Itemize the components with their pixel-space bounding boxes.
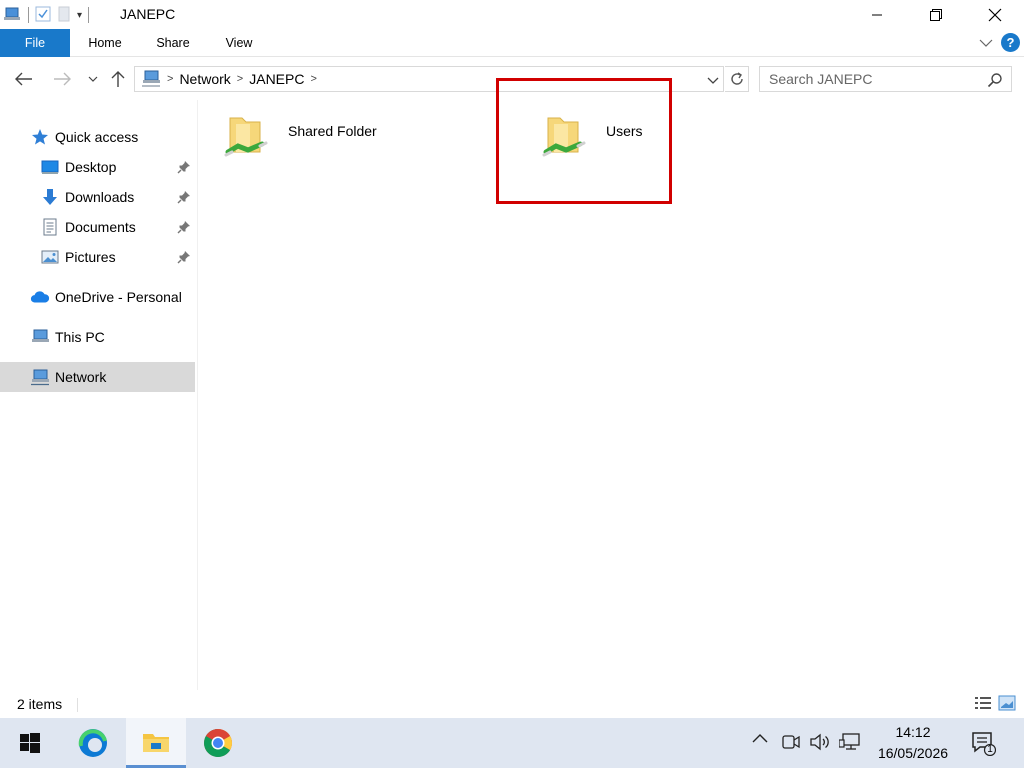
tab-home[interactable]: Home: [74, 29, 136, 57]
navigation-pane: Quick access Desktop Downloads Documents: [0, 120, 196, 690]
tab-view[interactable]: View: [208, 29, 270, 57]
list-item-shared-folder[interactable]: Shared Folder: [198, 100, 398, 170]
quick-access-toolbar: ▾: [4, 6, 90, 25]
breadcrumb-network[interactable]: Network: [179, 71, 230, 87]
sidebar-item-this-pc[interactable]: This PC: [0, 322, 195, 352]
sidebar-item-quick-access[interactable]: Quick access: [0, 122, 195, 152]
taskbar: 14:12 16/05/2026 1: [0, 718, 1024, 768]
clock-date: 16/05/2026: [877, 745, 949, 761]
desktop-icon: [40, 157, 60, 177]
sidebar-item-desktop[interactable]: Desktop: [0, 152, 195, 182]
address-history-chevron-icon[interactable]: [707, 73, 719, 89]
restore-button[interactable]: [906, 0, 965, 30]
sidebar-item-label: OneDrive - Personal: [55, 289, 182, 305]
sidebar-item-label: This PC: [55, 329, 105, 345]
sidebar-item-documents[interactable]: Documents: [0, 212, 195, 242]
close-button[interactable]: [965, 0, 1024, 30]
start-button[interactable]: [0, 718, 60, 768]
refresh-button[interactable]: [725, 66, 749, 92]
large-icons-view-icon[interactable]: [998, 695, 1016, 714]
sidebar-item-label: Desktop: [65, 159, 117, 175]
sidebar-item-downloads[interactable]: Downloads: [0, 182, 195, 212]
clock-time: 14:12: [895, 724, 931, 740]
computer-icon: [4, 6, 22, 25]
toolbar-separator: [28, 7, 29, 23]
sidebar-item-label: Quick access: [55, 129, 139, 145]
shared-folder-icon: [222, 112, 270, 162]
title-bar: ▾ JANEPC: [0, 0, 1024, 30]
pin-icon[interactable]: [177, 250, 191, 267]
expand-ribbon-chevron-icon[interactable]: [979, 35, 993, 51]
back-button[interactable]: [13, 68, 35, 90]
properties-icon[interactable]: [35, 6, 51, 25]
customize-toolbar-chevron-icon[interactable]: ▾: [77, 10, 82, 21]
sidebar-item-onedrive[interactable]: OneDrive - Personal: [0, 282, 195, 312]
up-button[interactable]: [107, 68, 129, 90]
pin-icon[interactable]: [177, 160, 191, 177]
show-hidden-icons-chevron-icon[interactable]: [750, 733, 770, 743]
notification-center-icon[interactable]: 1: [968, 730, 998, 756]
help-icon[interactable]: ?: [1001, 33, 1020, 52]
picture-icon: [40, 247, 60, 267]
breadcrumb-separator-icon[interactable]: >: [310, 73, 316, 85]
volume-icon[interactable]: [808, 733, 832, 751]
edge-browser-icon[interactable]: [63, 718, 123, 768]
clock[interactable]: 14:12 16/05/2026: [870, 722, 956, 764]
new-folder-icon[interactable]: [57, 6, 71, 25]
meet-now-icon[interactable]: [780, 733, 802, 751]
notification-count-badge: 1: [987, 744, 993, 755]
toolbar-separator: [88, 7, 90, 23]
breadcrumb-janepc[interactable]: JANEPC: [249, 71, 304, 87]
file-explorer-taskbar-icon[interactable]: [126, 718, 186, 768]
sidebar-item-label: Pictures: [65, 249, 116, 265]
window-title: JANEPC: [120, 6, 176, 22]
breadcrumb-separator-icon: >: [167, 73, 174, 85]
sidebar-item-label: Downloads: [65, 189, 135, 205]
sidebar-item-label: Network: [55, 369, 107, 385]
tab-file[interactable]: File: [0, 29, 70, 57]
details-view-icon[interactable]: [974, 695, 992, 714]
breadcrumb-separator-icon[interactable]: >: [237, 73, 243, 85]
item-label: Shared Folder: [288, 123, 377, 139]
network-status-icon[interactable]: [838, 733, 862, 751]
cloud-icon: [30, 287, 50, 307]
pin-icon[interactable]: [177, 220, 191, 237]
chrome-browser-icon[interactable]: [188, 718, 248, 768]
highlight-annotation-box: [496, 78, 672, 204]
item-count: 2 items: [17, 696, 63, 712]
ribbon-tabs: File Home Share View ?: [0, 29, 1024, 57]
status-separator: [77, 698, 78, 712]
tab-share[interactable]: Share: [142, 29, 204, 57]
network-icon: [141, 69, 161, 90]
pin-icon[interactable]: [177, 190, 191, 207]
search-input[interactable]: [760, 67, 980, 91]
search-box[interactable]: [759, 66, 1012, 92]
sidebar-item-label: Documents: [65, 219, 136, 235]
minimize-button[interactable]: [847, 0, 906, 30]
download-arrow-icon: [40, 187, 60, 207]
sidebar-item-pictures[interactable]: Pictures: [0, 242, 195, 272]
document-icon: [40, 217, 60, 237]
recent-locations-chevron-icon[interactable]: [82, 68, 104, 90]
star-icon: [30, 127, 50, 147]
sidebar-item-network[interactable]: Network: [0, 362, 195, 392]
computer-icon: [30, 327, 50, 347]
forward-button[interactable]: [51, 68, 73, 90]
network-icon: [30, 367, 50, 387]
status-bar: 2 items: [0, 690, 1024, 718]
search-icon[interactable]: [987, 72, 1003, 91]
